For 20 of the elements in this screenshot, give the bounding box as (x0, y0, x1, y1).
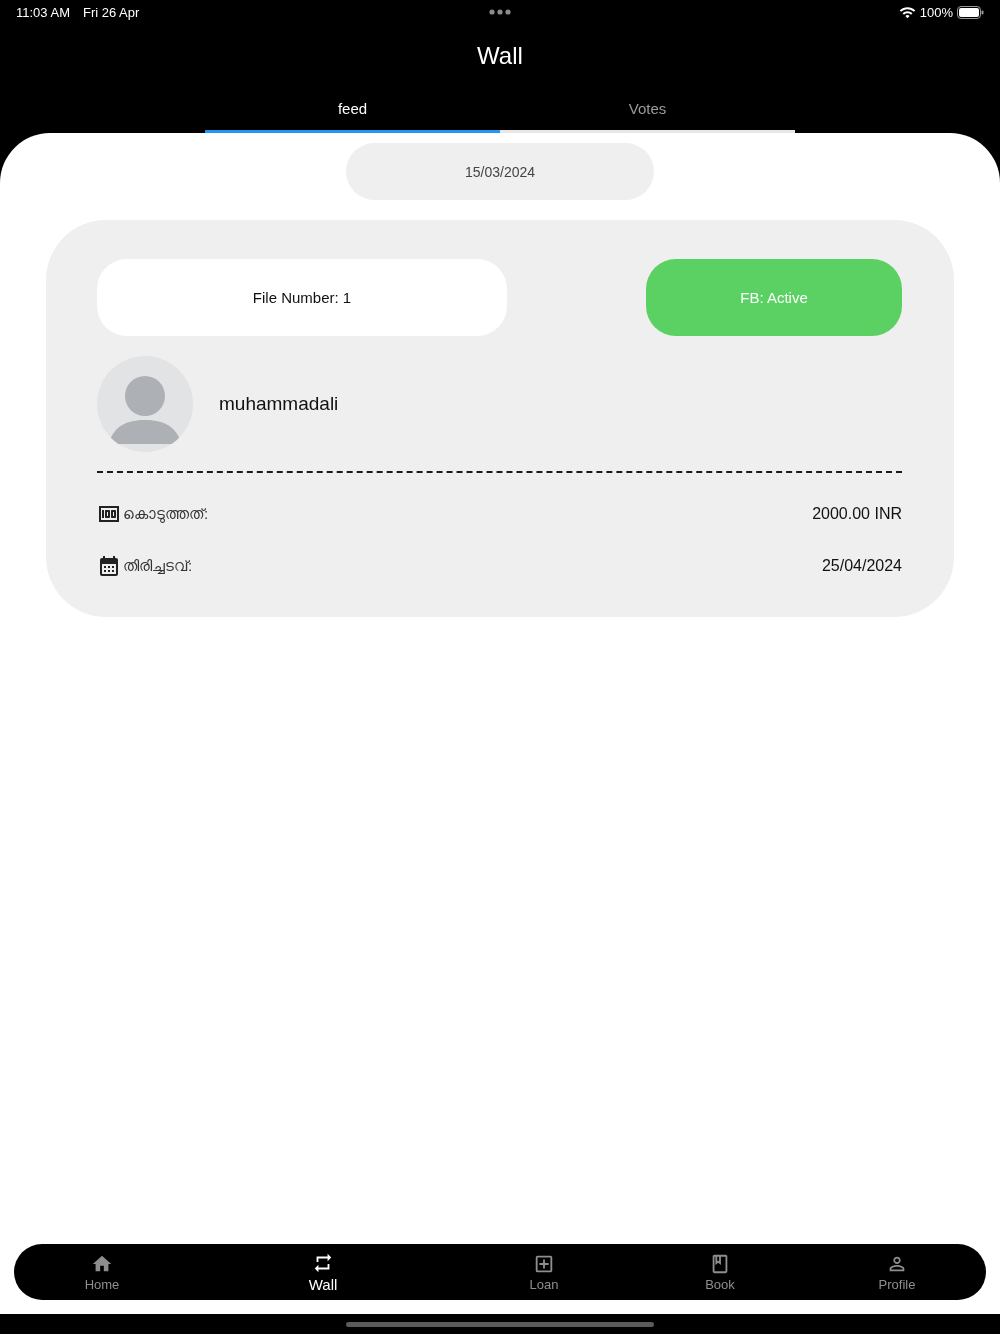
page-title: Wall (477, 41, 523, 71)
more-dots-icon[interactable] (489, 9, 511, 15)
user-name: muhammadali (219, 393, 339, 415)
fb-status-pill: FB: Active (646, 259, 902, 336)
info-value: 25/04/2024 (821, 557, 902, 575)
info-value: 2000.00 INR (812, 505, 902, 523)
info-label: കൊടുത്തത്: (123, 505, 209, 523)
nav-item[interactable]: Book (705, 1252, 735, 1292)
status-time: 11:03 AM (16, 4, 70, 20)
nav-item[interactable]: Loan (529, 1252, 559, 1292)
file-number-pill: File Number: 1 (97, 259, 507, 336)
battery-icon (957, 5, 984, 19)
calendar-icon (97, 554, 121, 578)
status-date: Fri 26 Apr (82, 4, 140, 20)
nav-item[interactable]: Profile (878, 1252, 916, 1292)
battery-percent: 100% (919, 4, 953, 20)
nav-item[interactable]: Home (84, 1252, 120, 1292)
nav-item[interactable]: Wall (308, 1251, 338, 1293)
info-label: തിരിച്ചടവ്: (123, 557, 193, 575)
date-chip: 15/03/2024 (346, 143, 654, 200)
